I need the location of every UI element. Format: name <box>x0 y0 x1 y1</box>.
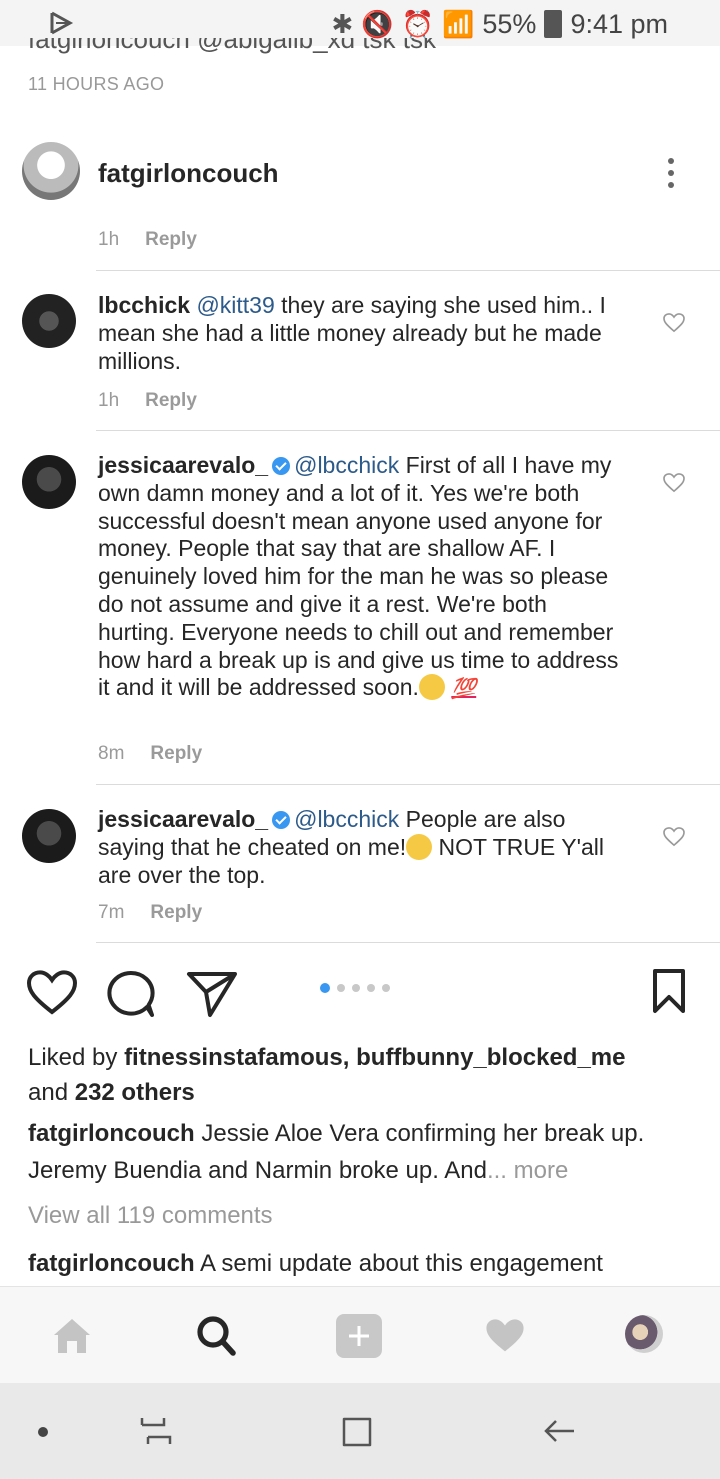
battery-percent: 55% <box>482 8 537 39</box>
like-comment-heart-icon[interactable] <box>663 313 685 333</box>
comment-icon[interactable] <box>105 970 157 1018</box>
divider <box>96 430 720 431</box>
hundred-emoji-icon: 💯 <box>451 678 477 701</box>
carousel-dot <box>352 984 360 992</box>
comment-time: 7m <box>98 902 125 923</box>
cut-off-comment: fatgirloncouch @abigailb_xd tsk tsk <box>28 38 436 54</box>
comment-username[interactable]: fatgirloncouch <box>98 158 279 189</box>
laughing-emoji-icon <box>406 833 433 860</box>
send-icon[interactable] <box>186 970 238 1018</box>
comment-timestamp: 11 HOURS AGO <box>28 74 165 94</box>
carousel-indicator <box>320 983 390 993</box>
bottom-nav <box>0 1286 720 1384</box>
heart-icon[interactable] <box>26 970 78 1016</box>
post-caption: fatgirloncouch Jessie Aloe Vera confirmi… <box>28 1115 698 1189</box>
liked-by-label: Liked by <box>28 1044 125 1071</box>
comment-time: 1h <box>98 229 120 250</box>
comment-username[interactable]: jessicaarevalo_ <box>98 806 268 832</box>
mention-link[interactable]: @lbcchick <box>294 806 399 832</box>
mention-link[interactable]: @kitt39 <box>196 292 274 318</box>
verified-badge-icon <box>272 457 291 475</box>
profile-avatar[interactable] <box>625 1315 663 1353</box>
mention-link[interactable]: @lbcchick <box>294 452 399 478</box>
comment-time: 8m <box>98 743 125 764</box>
avatar[interactable] <box>22 455 76 509</box>
carousel-dot <box>382 984 390 992</box>
notification-icon <box>50 11 74 35</box>
comment-text: First of all I have my own damn money an… <box>98 452 619 701</box>
search-icon[interactable] <box>196 1315 236 1357</box>
comment-body: lbcchick @kitt39 they are saying she use… <box>98 292 638 375</box>
avatar[interactable] <box>22 809 76 863</box>
status-time: 9:41 pm <box>570 8 668 39</box>
avatar[interactable] <box>22 294 76 348</box>
divider <box>96 270 720 271</box>
preview-comment-text: A semi update about this engagement <box>194 1250 603 1277</box>
liked-and-label: and <box>28 1079 75 1106</box>
home-square-icon[interactable] <box>340 1413 376 1449</box>
mute-icon: 🔇 <box>361 8 394 39</box>
recent-apps-dot[interactable] <box>38 1427 48 1437</box>
likes-summary: Liked by fitnessinstafamous, buffbunny_b… <box>28 1040 698 1110</box>
system-nav-bar <box>0 1383 720 1479</box>
comment-meta: 1h Reply <box>98 229 197 251</box>
comment-meta: 1h Reply <box>98 390 197 412</box>
reply-button[interactable]: Reply <box>150 743 202 764</box>
activity-heart-icon[interactable] <box>484 1317 526 1355</box>
liked-others-link[interactable]: 232 others <box>75 1079 195 1106</box>
comment-time: 1h <box>98 390 120 411</box>
comment-meta: 7m Reply <box>98 902 202 924</box>
bookmark-icon[interactable] <box>652 968 686 1014</box>
wifi-icon: 📶 <box>442 8 475 39</box>
battery-icon <box>544 10 563 38</box>
view-all-comments-link[interactable]: View all 119 comments <box>28 1202 273 1230</box>
preview-comment: fatgirloncouch A semi update about this … <box>28 1250 708 1278</box>
bluetooth-icon: ✱ <box>331 8 354 39</box>
comment-username[interactable]: jessicaarevalo_ <box>98 452 268 478</box>
carousel-dot-active <box>320 983 330 993</box>
divider <box>96 784 720 785</box>
comment-body: jessicaarevalo_ @lbcchick First of all I … <box>98 452 628 704</box>
comment-username[interactable]: lbcchick <box>98 292 190 318</box>
caption-username[interactable]: fatgirloncouch <box>28 1120 195 1147</box>
comment-meta: 8m Reply <box>98 743 202 765</box>
home-icon[interactable] <box>52 1317 92 1355</box>
reply-button[interactable]: Reply <box>150 902 202 923</box>
avatar[interactable] <box>22 142 80 200</box>
like-comment-heart-icon[interactable] <box>663 827 685 847</box>
reply-button[interactable]: Reply <box>145 390 197 411</box>
eye-roll-emoji-icon <box>418 674 445 701</box>
carousel-dot <box>367 984 375 992</box>
liked-by-users[interactable]: fitnessinstafamous, buffbunny_blocked_me <box>124 1044 625 1071</box>
alarm-icon: ⏰ <box>401 8 435 39</box>
back-icon[interactable] <box>542 1413 578 1449</box>
status-icons: ✱ 🔇 ⏰ 📶 55% 9:41 pm <box>331 8 668 40</box>
comment-body: jessicaarevalo_ @lbcchick People are also… <box>98 806 628 889</box>
recents-icon[interactable] <box>138 1413 174 1449</box>
caption-more-link[interactable]: ... more <box>487 1157 568 1184</box>
carousel-dot <box>337 984 345 992</box>
like-comment-heart-icon[interactable] <box>663 473 685 493</box>
add-icon[interactable] <box>336 1314 382 1358</box>
reply-button[interactable]: Reply <box>145 229 197 250</box>
preview-comment-username[interactable]: fatgirloncouch <box>28 1250 195 1277</box>
more-options-icon[interactable] <box>664 156 678 190</box>
verified-badge-icon <box>272 811 291 829</box>
divider <box>96 942 720 943</box>
